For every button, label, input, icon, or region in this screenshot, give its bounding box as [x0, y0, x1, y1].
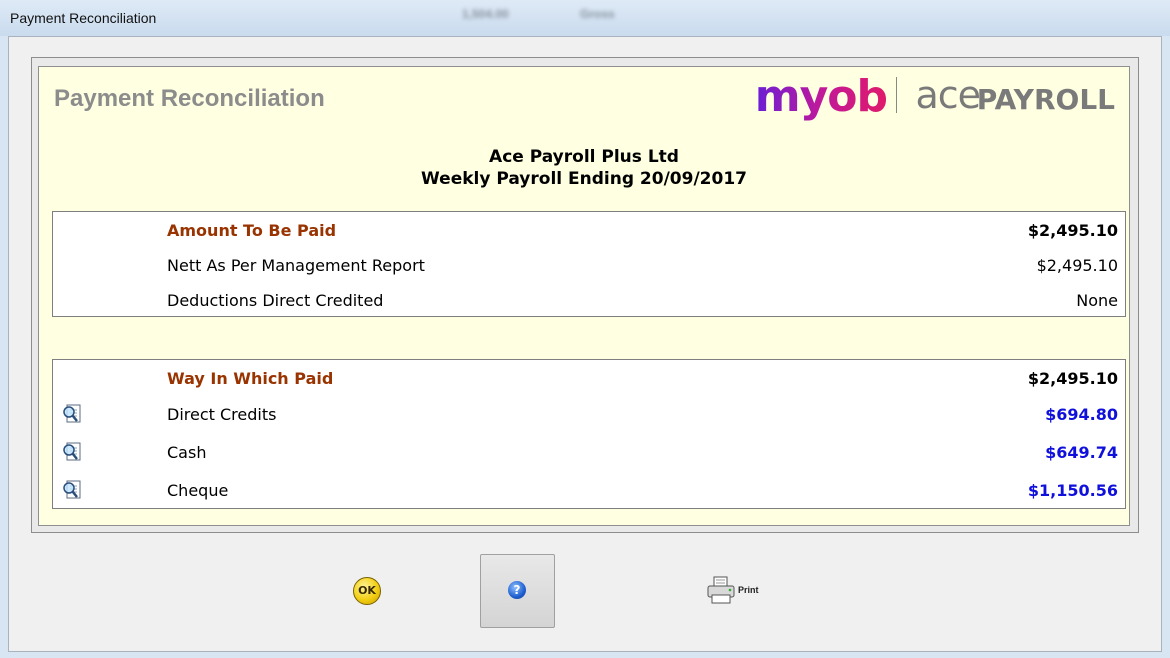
- direct-credits-amount-link[interactable]: $694.80: [1045, 405, 1118, 424]
- row-value: $2,495.10: [1036, 256, 1118, 275]
- print-button[interactable]: Print: [706, 573, 770, 609]
- logo-product-payroll: PAYROLL: [976, 83, 1115, 116]
- background-text-gross: Gross: [580, 7, 615, 21]
- table-row: Deductions Direct Credited None: [53, 285, 1125, 315]
- logo-brand: myob: [754, 71, 888, 122]
- paid-header-label: Way In Which Paid: [167, 369, 334, 388]
- magnifier-document-icon[interactable]: [61, 441, 83, 463]
- row-label: Nett As Per Management Report: [167, 256, 425, 275]
- dialog-body: Payment Reconciliation myob ace PAYROLL …: [8, 36, 1162, 652]
- paid-header-row: Way In Which Paid $2,495.10: [53, 363, 1125, 393]
- background-text-amount: 1,504.00: [462, 7, 509, 21]
- table-row: Nett As Per Management Report $2,495.10: [53, 250, 1125, 280]
- amount-header-label: Amount To Be Paid: [167, 221, 337, 240]
- help-button[interactable]: ?: [480, 554, 555, 628]
- company-name: Ace Payroll Plus Ltd: [489, 147, 679, 167]
- amount-header-value: $2,495.10: [1027, 221, 1118, 240]
- table-row: Direct Credits $694.80: [53, 399, 1125, 429]
- report-panel: Payment Reconciliation myob ace PAYROLL …: [38, 66, 1130, 526]
- row-value: None: [1076, 291, 1118, 310]
- title-bar: Payment Reconciliation 1,504.00 Gross: [0, 0, 1170, 36]
- help-icon: ?: [508, 581, 526, 599]
- row-label: Direct Credits: [167, 405, 277, 424]
- cash-amount-link[interactable]: $649.74: [1045, 443, 1118, 462]
- way-in-which-paid-section: Way In Which Paid $2,495.10 Direct Credi…: [52, 359, 1126, 509]
- amount-header-row: Amount To Be Paid $2,495.10: [53, 215, 1125, 245]
- print-label: Print: [738, 585, 759, 595]
- window-title: Payment Reconciliation: [10, 10, 157, 26]
- logo-product-ace: ace: [915, 73, 981, 117]
- row-label: Cash: [167, 443, 207, 462]
- ok-icon: OK: [353, 577, 381, 605]
- table-row: Cheque $1,150.56: [53, 475, 1125, 505]
- printer-icon: [706, 575, 736, 605]
- magnifier-document-icon[interactable]: [61, 403, 83, 425]
- amount-to-be-paid-section: Amount To Be Paid $2,495.10 Nett As Per …: [52, 211, 1126, 317]
- myob-ace-payroll-logo: myob ace PAYROLL: [754, 71, 1115, 122]
- payroll-period: Weekly Payroll Ending 20/09/2017: [421, 169, 747, 189]
- table-row: Cash $649.74: [53, 437, 1125, 467]
- page-title: Payment Reconciliation: [54, 85, 325, 112]
- cheque-amount-link[interactable]: $1,150.56: [1028, 481, 1118, 500]
- paid-header-value: $2,495.10: [1027, 369, 1118, 388]
- logo-divider: [896, 77, 897, 113]
- row-label: Deductions Direct Credited: [167, 291, 384, 310]
- magnifier-document-icon[interactable]: [61, 479, 83, 501]
- ok-button[interactable]: OK: [353, 577, 383, 607]
- row-label: Cheque: [167, 481, 229, 500]
- report-frame: Payment Reconciliation myob ace PAYROLL …: [31, 57, 1139, 533]
